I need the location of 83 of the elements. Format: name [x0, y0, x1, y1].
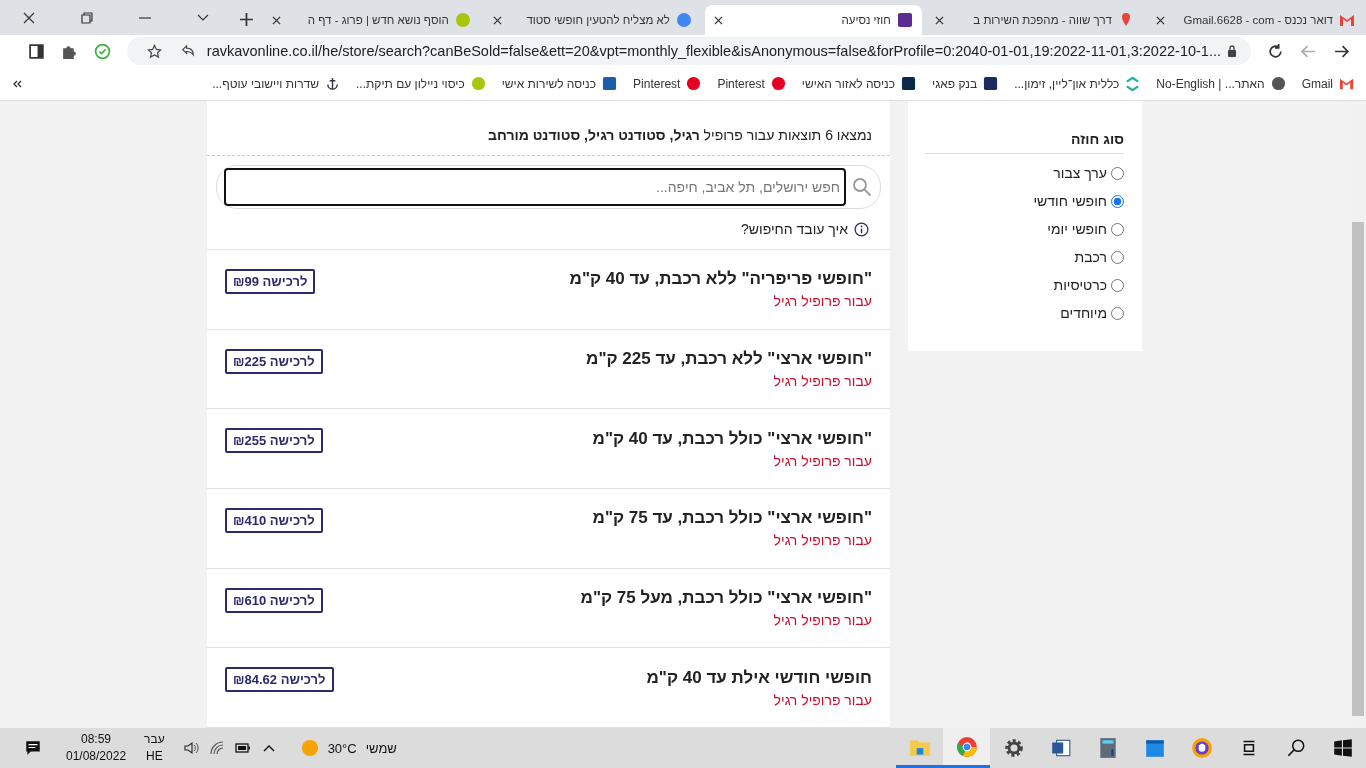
bookmark-favicon-icon	[1125, 76, 1141, 91]
close-icon[interactable]	[23, 12, 35, 24]
help-link[interactable]: איך עובד החיפוש?	[741, 221, 848, 237]
buy-button[interactable]: לרכישה ₪255	[225, 428, 323, 454]
bookmark-favicon-icon	[602, 76, 618, 91]
bookmark[interactable]: Pinterest	[633, 76, 702, 91]
buy-button[interactable]: לרכישה ₪84.62	[225, 667, 334, 693]
bookmark[interactable]: האתר... | No-English	[1156, 76, 1286, 91]
notification-icon[interactable]	[24, 739, 42, 757]
radio-label: חופשי חודשי	[1033, 193, 1107, 209]
info-icon	[854, 221, 869, 237]
clock[interactable]: 08:59 01/08/2022	[66, 731, 127, 765]
browser-tab[interactable]: לא מצליח להטעין חופשי סטוד	[483, 5, 701, 35]
bookmark[interactable]: כללית און־ליין, זימון...	[1014, 76, 1141, 91]
star-icon[interactable]	[146, 43, 162, 59]
filter-heading: סוג חוזה	[925, 131, 1124, 154]
product-title: "חופשי פריפריה" ללא רכבת, עד 40 ק"מ	[569, 269, 872, 290]
radio-label: מיוחדים	[1060, 305, 1107, 321]
product-title: "חופשי ארצי" כולל רכבת, עד 40 ק"מ	[592, 428, 872, 449]
close-icon[interactable]	[492, 15, 502, 25]
profile-label: עבור פרופיל רגיל	[772, 373, 872, 389]
tab-favicon-icon	[454, 12, 471, 28]
bookmark[interactable]: Pinterest	[717, 76, 786, 91]
buy-button[interactable]: לרכישה ₪610	[225, 587, 323, 613]
tab-favicon-icon	[896, 12, 913, 28]
wifi-icon[interactable]	[208, 740, 225, 756]
profile-label: עבור פרופיל רגיל	[772, 691, 872, 708]
bookmark-favicon-icon	[470, 76, 486, 91]
close-icon[interactable]	[1155, 15, 1165, 25]
battery-icon[interactable]	[234, 740, 251, 756]
bookmark-favicon-icon	[686, 76, 702, 91]
reload-icon[interactable]	[1267, 42, 1284, 60]
plus-icon[interactable]	[239, 13, 253, 26]
speaker-icon[interactable]	[182, 740, 199, 756]
close-icon[interactable]	[713, 15, 723, 25]
sun-icon	[300, 739, 319, 757]
buy-button[interactable]: לרכישה ₪225	[225, 348, 323, 374]
radio-label: ערך צבור	[1053, 165, 1107, 181]
close-icon[interactable]	[271, 15, 281, 25]
tab-favicon-icon	[675, 12, 692, 28]
results-summary: נמצאו 6 תוצאות עבור פרופיל רגיל, סטודנט רגיל, סטודנט מורחב	[207, 101, 890, 156]
check-circle-icon[interactable]	[93, 42, 111, 60]
bookmark-favicon-icon	[770, 76, 786, 91]
close-icon[interactable]	[934, 15, 944, 25]
profile-label: עבור פרופיל רגיל	[772, 293, 872, 310]
browser-app-icon[interactable]	[943, 728, 990, 768]
browser-tab[interactable]: חוזי נסיעה	[704, 5, 922, 35]
profile-label: עבור פרופיל רגיל	[772, 532, 872, 549]
share-icon[interactable]	[179, 43, 195, 59]
bookmark-favicon-icon	[325, 76, 341, 91]
bookmark[interactable]: Gmail	[1301, 76, 1354, 91]
search-icon	[852, 177, 872, 197]
address-bar[interactable]: ravkavonline.co.il/he/store/search?canBeSold=false&ett=20&vpt=monthly_flexible&isAnonymous=false&forProfile=0:2040-01-01,19:2022-11-01,3:2022-10-1...	[126, 37, 1251, 65]
bookmark[interactable]: שדרות ויישובי עוטף...	[212, 76, 341, 91]
side-panel-icon[interactable]	[27, 42, 45, 60]
radio-button[interactable]	[1111, 194, 1124, 208]
product-title: "חופשי ארצי" ללא רכבת, עד 225 ק"מ	[586, 349, 872, 369]
tab-favicon-icon	[1339, 12, 1355, 28]
product-title: "חופשי ארצי" כולל רכבת, עד 75 ק"מ	[592, 508, 872, 529]
product-title: "חופשי ארצי" כולל רכבת, מעל 75 ק"מ	[580, 588, 872, 608]
bookmark-favicon-icon	[1339, 76, 1354, 91]
bookmark[interactable]: כניסה לאזור האישי	[801, 76, 917, 91]
bookmark-favicon-icon	[983, 76, 999, 91]
buy-button[interactable]: לרכישה ₪410	[225, 507, 323, 533]
double-chevron-icon[interactable]	[12, 78, 22, 89]
bookmark-favicon-icon	[1270, 76, 1286, 91]
lock-icon	[1227, 45, 1237, 57]
radio-label: רכבת	[1074, 249, 1107, 265]
product-title: חופשי חודשי אילת עד 40 ק"מ	[646, 667, 872, 688]
profile-label: עבור פרופיל רגיל	[772, 612, 872, 628]
bookmark-favicon-icon	[901, 76, 917, 91]
browser-tab[interactable]: הוסף נושא חדש | פרוג - דף ה	[262, 5, 480, 35]
buy-button[interactable]: לרכישה ₪99	[225, 268, 316, 294]
radio-label: חופשי יומי	[1047, 221, 1107, 237]
restore-icon[interactable]	[80, 12, 93, 24]
browser-tab[interactable]: דרך שווה - מהפכת השירות ב	[925, 5, 1143, 35]
profile-label: עבור פרופיל רגיל	[772, 452, 872, 469]
bookmark[interactable]: כניסה לשירות אישי	[501, 76, 618, 91]
bookmark[interactable]: כיסוי ניילון עם תיקת...	[356, 76, 486, 91]
radio-label: כרטיסיות	[1053, 277, 1107, 293]
browser-tab[interactable]: דואר נכנס - Gmail.6628 - com	[1146, 5, 1364, 35]
bookmark[interactable]: בנק פאגי	[932, 76, 999, 91]
search-field[interactable]: חפש ירושלים, תל אביב, חיפה...	[224, 168, 846, 206]
